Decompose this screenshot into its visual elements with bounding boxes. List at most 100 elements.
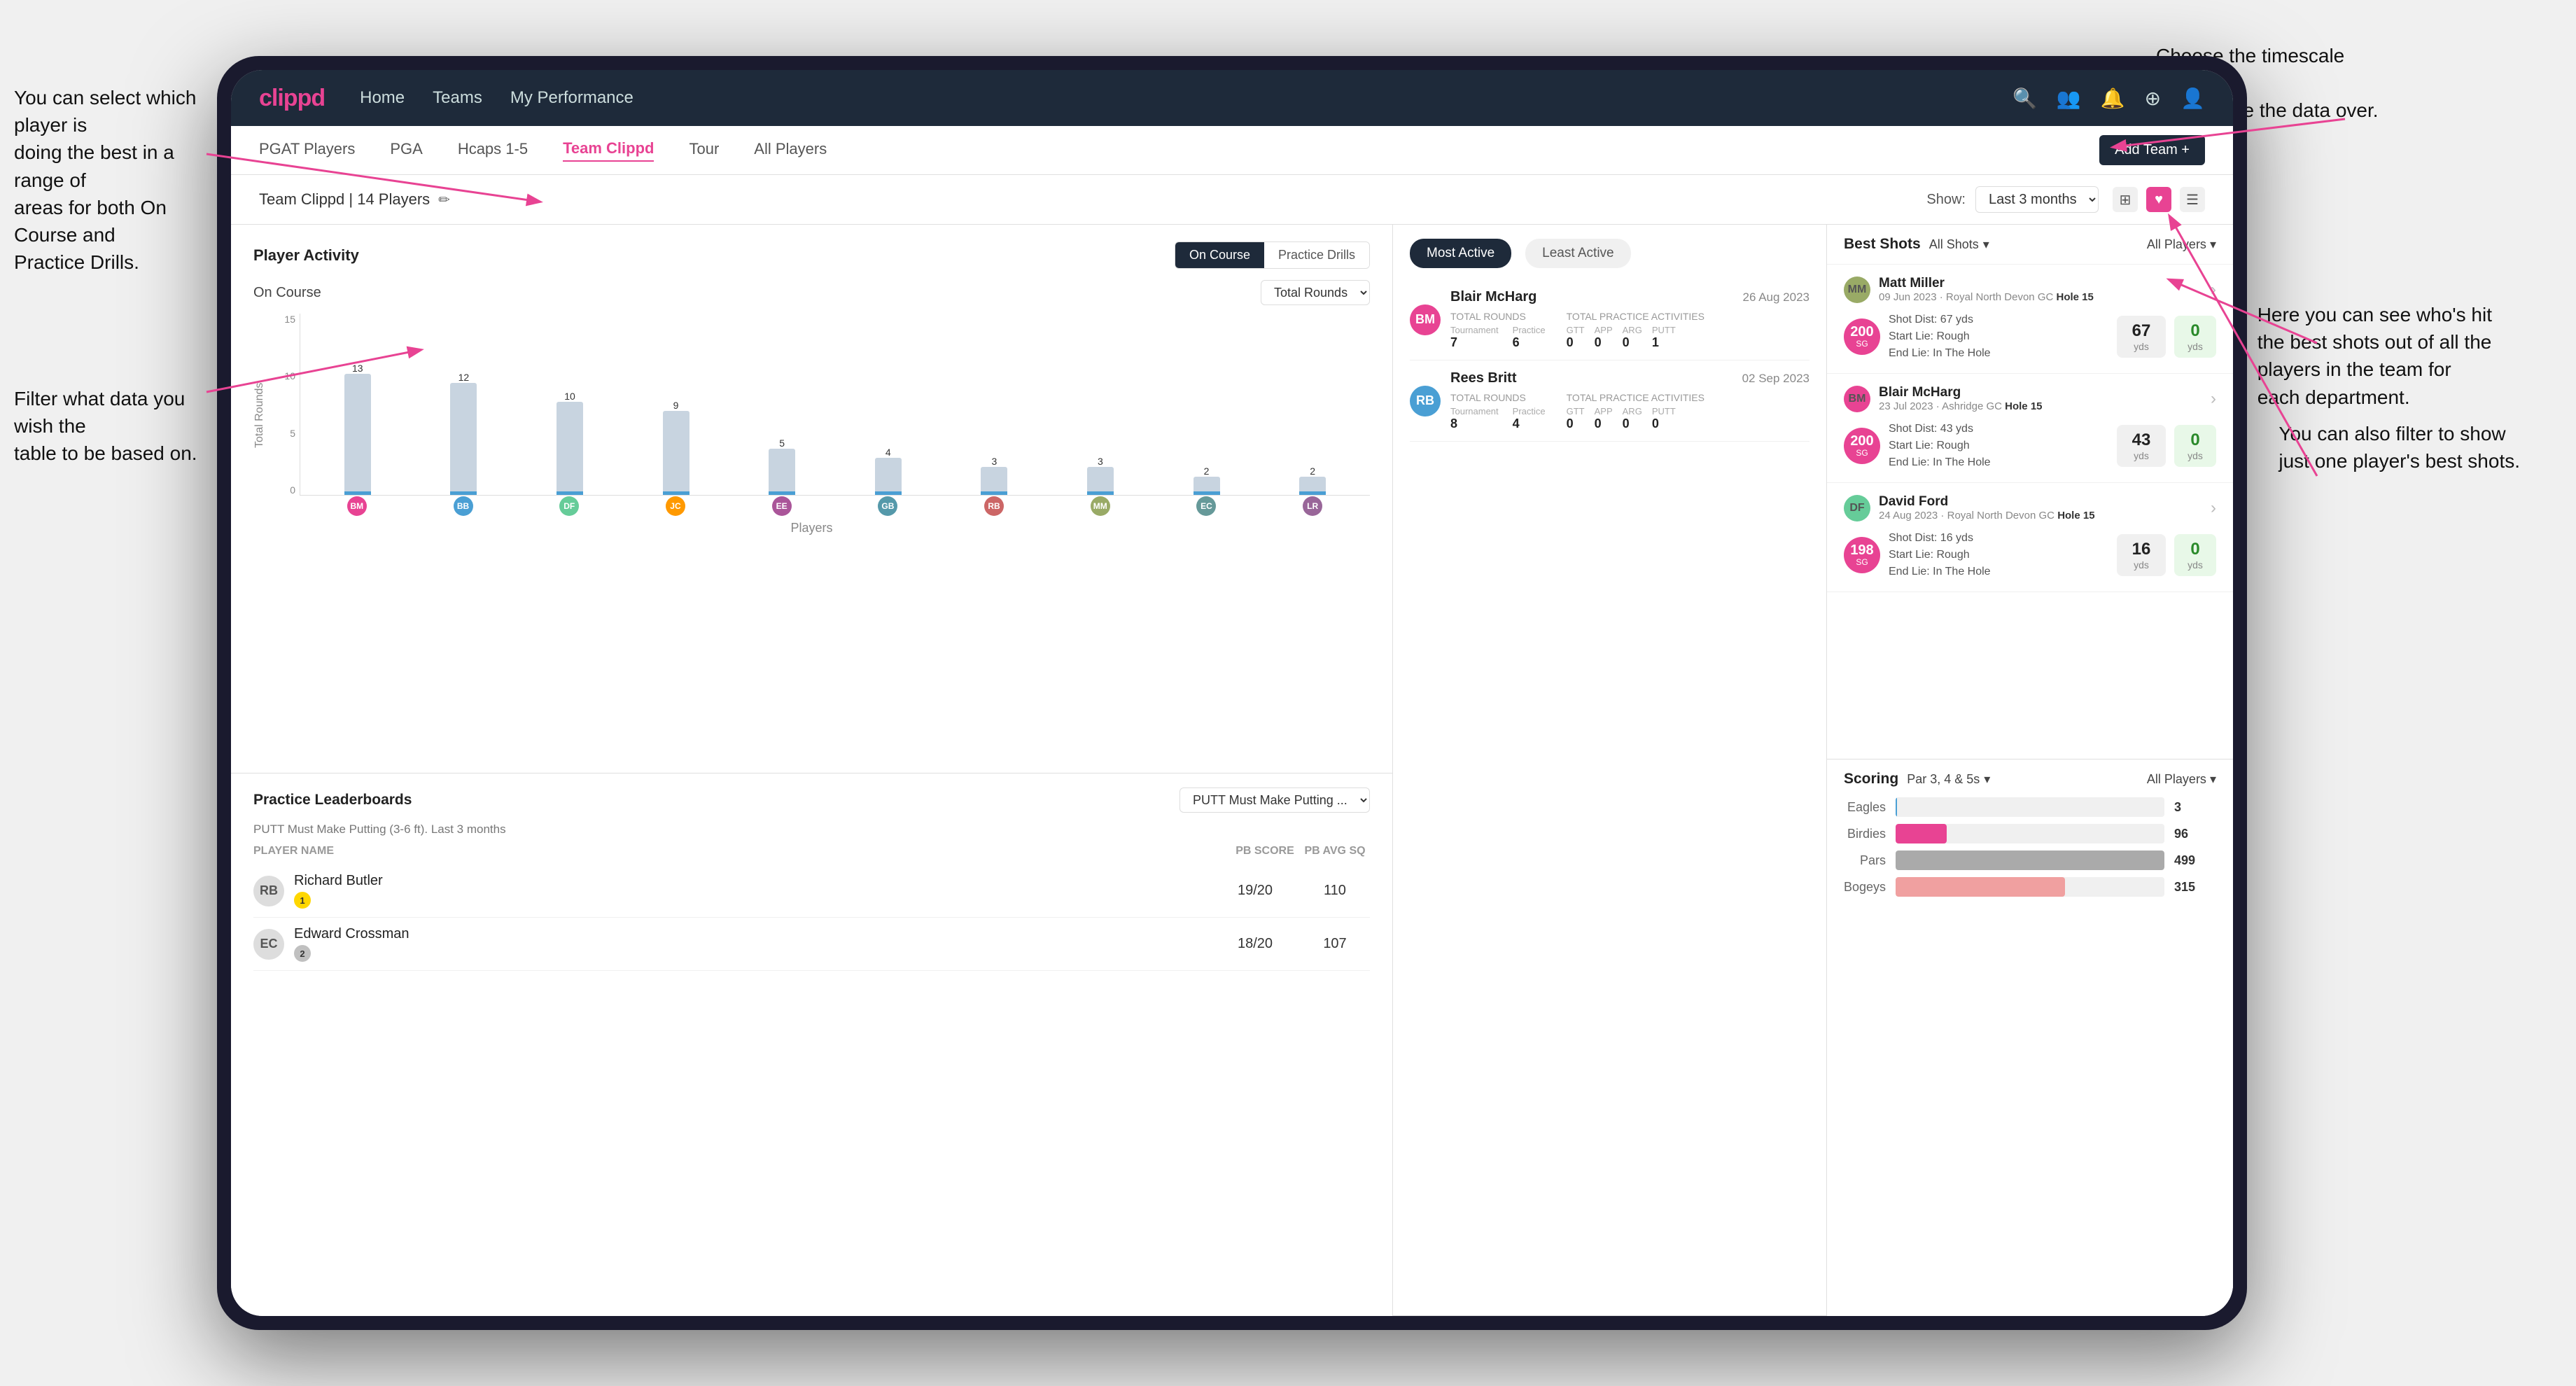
scoring-player-filter[interactable]: All Players ▾ bbox=[2147, 772, 2216, 787]
nav-my-performance[interactable]: My Performance bbox=[510, 88, 634, 108]
least-active-tab[interactable]: Least Active bbox=[1525, 239, 1630, 268]
act-arg-0: ARG 0 bbox=[1623, 325, 1642, 350]
users-icon[interactable]: 👥 bbox=[2057, 87, 2081, 110]
bar-highlight-3 bbox=[663, 491, 690, 495]
tab-pgat-players[interactable]: PGAT Players bbox=[259, 140, 355, 161]
main-content: Player Activity On Course Practice Drill… bbox=[231, 225, 2233, 1316]
bell-icon[interactable]: 🔔 bbox=[2101, 87, 2125, 110]
col-pb-avg: PB AVG SQ bbox=[1300, 845, 1370, 858]
add-team-button[interactable]: Add Team + bbox=[2099, 135, 2205, 165]
shot-hole-2: Hole 15 bbox=[2057, 510, 2094, 522]
all-players-label: All Players bbox=[2147, 237, 2206, 251]
shot-player-details-1: 23 Jul 2023 · Ashridge GC Hole 15 bbox=[1879, 400, 2043, 412]
tab-tour[interactable]: Tour bbox=[689, 140, 719, 161]
shot-player-details-2: 24 Aug 2023 · Royal North Devon GC Hole … bbox=[1879, 510, 2095, 522]
practice-title: Practice Leaderboards bbox=[253, 792, 412, 808]
shot-card-0[interactable]: MM Matt Miller 09 Jun 2023 · Royal North… bbox=[1827, 265, 2233, 374]
app-logo: clippd bbox=[259, 85, 325, 112]
shot-player-name-1: Blair McHarg bbox=[1879, 385, 2043, 400]
bar-value-1: 12 bbox=[458, 372, 470, 383]
bar-3 bbox=[663, 411, 690, 495]
bar-highlight-5 bbox=[875, 491, 902, 495]
gtt-label-1: GTT bbox=[1567, 406, 1585, 416]
act-practice-activities-0: Total Practice Activities GTT 0 APP bbox=[1567, 311, 1704, 350]
leaderboard-row-1: EC Edward Crossman 2 18/20 107 bbox=[253, 918, 1370, 971]
shot-avatar-1: BM bbox=[1844, 386, 1870, 412]
nav-home[interactable]: Home bbox=[360, 88, 405, 108]
course-toggle-group: On Course Practice Drills bbox=[1175, 241, 1370, 269]
shot-dist-box-1: 43 yds bbox=[2117, 425, 2166, 467]
grid-view-icon[interactable]: ⊞ bbox=[2113, 187, 2138, 212]
scoring-label-pars: Pars bbox=[1844, 853, 1886, 868]
annotation-filter: Filter what data you wish thetable to be… bbox=[14, 385, 217, 468]
avatar-item-1: BB bbox=[413, 496, 514, 516]
time-range-select[interactable]: Last 3 months Last 6 months Last year bbox=[1975, 186, 2099, 213]
avatar-6: RB bbox=[984, 496, 1004, 516]
bar-9 bbox=[1299, 477, 1326, 495]
act-app-1: APP 0 bbox=[1595, 406, 1613, 431]
avatar-2: DF bbox=[559, 496, 579, 516]
active-player-0: BM Blair McHarg 26 Aug 2023 Total Rounds bbox=[1410, 279, 1809, 360]
list-view-icon[interactable]: ☰ bbox=[2180, 187, 2205, 212]
practice-filter-select[interactable]: PUTT Must Make Putting ... bbox=[1180, 788, 1370, 813]
lb-avg-1: 107 bbox=[1300, 936, 1370, 952]
circle-plus-icon[interactable]: ⊕ bbox=[2145, 87, 2161, 110]
bar-5 bbox=[875, 458, 902, 495]
act-header-0: Blair McHarg 26 Aug 2023 bbox=[1450, 289, 1809, 305]
bar-value-2: 10 bbox=[564, 391, 575, 402]
y-label-10: 10 bbox=[284, 370, 295, 382]
annotation-player-filter: You can also filter to showjust one play… bbox=[2278, 420, 2520, 475]
avatar-8: EC bbox=[1196, 496, 1216, 516]
lb-avg-0: 110 bbox=[1300, 883, 1370, 899]
scoring-bar-fill-birdies bbox=[1896, 824, 1947, 844]
app-val-1: 0 bbox=[1595, 416, 1613, 431]
tab-all-players[interactable]: All Players bbox=[754, 140, 827, 161]
best-shots-filter[interactable]: All Shots ▾ bbox=[1929, 237, 1989, 252]
scoring-filter[interactable]: Par 3, 4 & 5s ▾ bbox=[1907, 772, 1990, 787]
app-label-1: APP bbox=[1595, 406, 1613, 416]
scoring-bar-wrap-pars bbox=[1896, 850, 2164, 870]
bar-value-3: 9 bbox=[673, 400, 679, 411]
heart-view-icon[interactable]: ♥ bbox=[2146, 187, 2171, 212]
shot-zero-box-1: 0 yds bbox=[2174, 425, 2216, 467]
shot-card-1[interactable]: BM Blair McHarg 23 Jul 2023 · Ashridge G… bbox=[1827, 374, 2233, 483]
act-name-1: Rees Britt bbox=[1450, 370, 1516, 386]
search-icon[interactable]: 🔍 bbox=[2012, 87, 2037, 110]
left-panel: Player Activity On Course Practice Drill… bbox=[231, 225, 1393, 1316]
bar-highlight-2 bbox=[556, 491, 583, 495]
tab-hcaps[interactable]: Hcaps 1-5 bbox=[458, 140, 528, 161]
nav-teams[interactable]: Teams bbox=[433, 88, 482, 108]
player-activity-title: Player Activity bbox=[253, 246, 359, 265]
avatar-item-2: DF bbox=[519, 496, 620, 516]
shot-chevron-0: › bbox=[2211, 280, 2216, 300]
shot-player-details-0: 09 Jun 2023 · Royal North Devon GC Hole … bbox=[1879, 291, 2094, 303]
shot-player-header-1: BM Blair McHarg 23 Jul 2023 · Ashridge G… bbox=[1844, 385, 2216, 412]
shot-zero-box-2: 0 yds bbox=[2174, 534, 2216, 576]
shot-sg-label-1: SG bbox=[1856, 448, 1868, 458]
tab-team-clippd[interactable]: Team Clippd bbox=[563, 139, 654, 162]
app-container: clippd Home Teams My Performance 🔍 👥 🔔 ⊕… bbox=[231, 70, 2233, 1316]
shot-card-2[interactable]: DF David Ford 24 Aug 2023 · Royal North … bbox=[1827, 483, 2233, 592]
profile-icon[interactable]: 👤 bbox=[2180, 87, 2205, 110]
shot-player-info-2: David Ford 24 Aug 2023 · Royal North Dev… bbox=[1879, 494, 2095, 522]
lb-name-badge-0: Richard Butler 1 bbox=[294, 873, 1210, 909]
tab-pga[interactable]: PGA bbox=[390, 140, 422, 161]
act-avatar-0: BM bbox=[1410, 304, 1441, 335]
practice-drills-toggle[interactable]: Practice Drills bbox=[1264, 242, 1369, 268]
edit-team-icon[interactable]: ✏ bbox=[438, 191, 450, 209]
y-label-15: 15 bbox=[284, 314, 295, 325]
avatar-9: LR bbox=[1303, 496, 1322, 516]
most-active-tab[interactable]: Most Active bbox=[1410, 239, 1511, 268]
bar-highlight-9 bbox=[1299, 491, 1326, 495]
act-practice-activities-1: Total Practice Activities GTT 0 APP bbox=[1567, 392, 1704, 431]
bar-value-8: 2 bbox=[1204, 465, 1210, 477]
act-rounds-1: Total Rounds Tournament 8 Practice bbox=[1450, 392, 1809, 431]
chart-filter-select[interactable]: Total Rounds Fairways Greens bbox=[1261, 280, 1370, 305]
on-course-toggle[interactable]: On Course bbox=[1175, 242, 1264, 268]
best-shots-player-filter[interactable]: All Players ▾ bbox=[2147, 237, 2216, 252]
shot-sg-num-2: 198 bbox=[1850, 543, 1873, 557]
lb-badge-0: 1 bbox=[294, 892, 311, 909]
shot-hole-1: Hole 15 bbox=[2005, 400, 2042, 412]
shot-sg-num-0: 200 bbox=[1850, 325, 1873, 339]
act-rounds-label-1: Total Rounds bbox=[1450, 392, 1546, 403]
